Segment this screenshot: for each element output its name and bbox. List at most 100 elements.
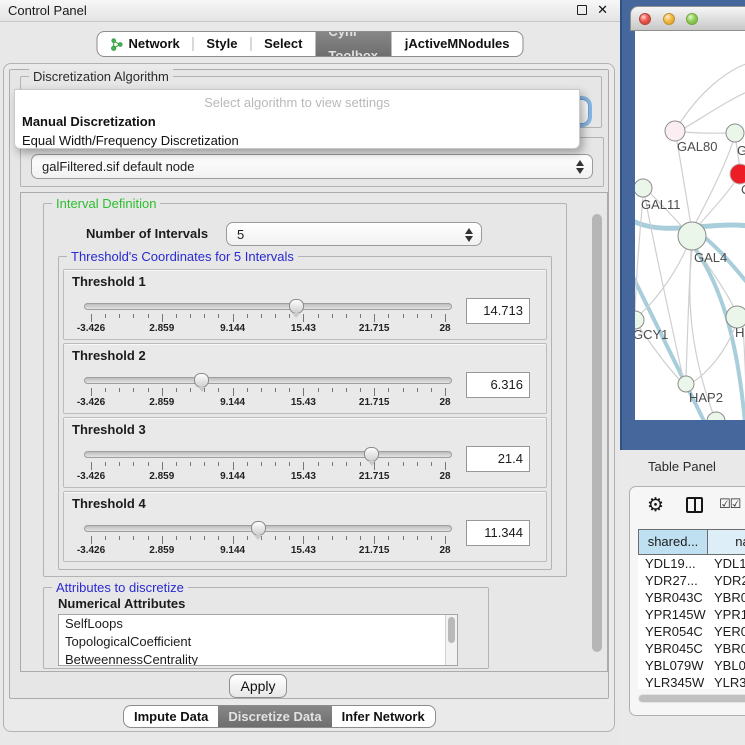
apply-button[interactable]: Apply — [229, 674, 287, 698]
ruler-tick — [388, 388, 389, 392]
column-header-name[interactable]: na — [708, 529, 745, 555]
numerical-attributes-list[interactable]: SelfLoopsTopologicalCoefficientBetweenne… — [58, 614, 458, 666]
ruler-tick — [303, 462, 304, 470]
slider-thumb[interactable] — [194, 373, 209, 388]
table-row[interactable]: YDR27...YDR2 — [638, 572, 745, 589]
ruler-tick — [119, 314, 120, 318]
zoom-window-icon[interactable] — [686, 13, 698, 25]
network-edge — [677, 141, 692, 231]
close-window-icon[interactable] — [639, 13, 651, 25]
tab-impute-data[interactable]: Impute Data — [124, 706, 218, 727]
dropdown-item-equal-width-frequency[interactable]: Equal Width/Frequency Discretization — [15, 131, 579, 150]
num-intervals-spinner[interactable]: 5 — [226, 222, 482, 246]
attribute-item[interactable]: BetweennessCentrality — [59, 651, 457, 666]
slider-thumb[interactable] — [289, 299, 304, 314]
threshold-slider-track[interactable] — [84, 451, 452, 458]
columns-icon[interactable] — [686, 497, 703, 513]
table-row[interactable]: YPR145WYPR1 — [638, 606, 745, 623]
table-row[interactable]: YLR345WYLR3 — [638, 674, 745, 689]
select-columns-icon[interactable]: ☑☑ — [719, 496, 740, 512]
tab-discretize-data[interactable]: Discretize Data — [218, 706, 331, 727]
ruler-label: 9.144 — [220, 323, 245, 334]
network-edge — [697, 180, 736, 227]
network-node[interactable] — [730, 164, 745, 184]
ruler-label: 2.859 — [149, 323, 174, 334]
table-row[interactable]: YDL19...YDL1 — [638, 555, 745, 572]
network-window-titlebar[interactable] — [630, 6, 745, 31]
ruler-tick — [289, 388, 290, 392]
table-data-combo[interactable]: galFiltered.sif default node — [31, 154, 593, 179]
table-toolbar: ⚙ ☑☑ — [630, 493, 745, 521]
tab-network[interactable]: Network — [97, 32, 192, 56]
network-node[interactable] — [678, 222, 706, 250]
network-node[interactable] — [665, 121, 685, 141]
attribute-item[interactable]: TopologicalCoefficient — [59, 633, 457, 651]
float-panel-icon[interactable] — [577, 5, 587, 15]
table-hscrollbar[interactable] — [638, 694, 745, 703]
ruler-tick — [261, 388, 262, 392]
threshold-slider-track[interactable] — [84, 525, 452, 532]
ruler-tick — [119, 388, 120, 392]
tab-infer-network[interactable]: Infer Network — [332, 706, 435, 727]
network-canvas[interactable]: GAL80GCGAL11GAL4GCY1HHAP2 — [635, 31, 745, 420]
slider-ruler: -3.4262.8599.14415.4321.71528 — [84, 388, 452, 412]
slider-thumb[interactable] — [251, 521, 266, 536]
ruler-tick — [360, 388, 361, 392]
tab-jactivemnodules[interactable]: jActiveMNodules — [392, 32, 523, 56]
close-panel-icon[interactable]: ✕ — [597, 2, 608, 18]
tab-cyni-toolbox[interactable]: Cyni Toolbox — [315, 32, 391, 56]
table-row[interactable]: YER054CYER0 — [638, 623, 745, 640]
ruler-tick — [218, 314, 219, 318]
tab-label: Cyni Toolbox — [328, 31, 378, 57]
network-icon — [110, 38, 123, 51]
network-node[interactable] — [707, 412, 725, 420]
dropdown-item-manual-discretization[interactable]: Manual Discretization — [15, 112, 579, 131]
table-row[interactable]: YBR043CYBR0 — [638, 589, 745, 606]
ruler-tick — [289, 462, 290, 466]
ruler-label: 2.859 — [149, 397, 174, 408]
threshold-slider-track[interactable] — [84, 303, 452, 310]
network-node[interactable] — [635, 179, 652, 197]
tab-style[interactable]: Style — [193, 32, 250, 56]
settings-scrollbar-thumb[interactable] — [592, 214, 602, 652]
column-header-shared[interactable]: shared... — [638, 529, 708, 555]
ruler-tick — [162, 314, 163, 322]
ruler-label: -3.426 — [77, 323, 105, 334]
ruler-tick — [148, 536, 149, 540]
cell-shared-name: YDL19... — [638, 555, 708, 572]
threshold-label: Threshold 1 — [72, 274, 146, 289]
gear-icon[interactable]: ⚙ — [647, 494, 664, 517]
table-hscrollbar-thumb[interactable] — [639, 695, 745, 702]
threshold-slider-track[interactable] — [84, 377, 452, 384]
ruler-tick — [162, 388, 163, 396]
ruler-label: -3.426 — [77, 545, 105, 556]
ruler-tick — [261, 314, 262, 318]
settings-scrollbar[interactable] — [590, 196, 604, 668]
table-row[interactable]: YBR045CYBR0 — [638, 640, 745, 657]
attribute-item[interactable]: SelfLoops — [59, 615, 457, 633]
threshold-value[interactable]: 6.316 — [466, 372, 530, 398]
tab-select[interactable]: Select — [251, 32, 315, 56]
ruler-tick — [247, 388, 248, 392]
ruler-tick — [318, 388, 319, 392]
network-edge — [684, 132, 730, 133]
threshold-value[interactable]: 14.713 — [466, 298, 530, 324]
network-window: GAL80GCGAL11GAL4GCY1HHAP2 — [620, 0, 745, 450]
network-node[interactable] — [726, 124, 744, 142]
threshold-value[interactable]: 11.344 — [466, 520, 530, 546]
threshold-value[interactable]: 21.4 — [466, 446, 530, 472]
ruler-tick — [233, 536, 234, 544]
slider-thumb[interactable] — [364, 447, 379, 462]
minimize-window-icon[interactable] — [663, 13, 675, 25]
cell-shared-name: YLR345W — [638, 674, 708, 689]
table-panel-window: ⚙ ☑☑ shared... na YDL19...YDL1YDR27...YD… — [629, 486, 745, 716]
attributes-scrollbar[interactable] — [445, 615, 457, 665]
ruler-label: 28 — [439, 471, 450, 482]
ruler-tick — [417, 462, 418, 466]
table-row[interactable]: YBL079WYBL0 — [638, 657, 745, 674]
cell-shared-name: YER054C — [638, 623, 708, 640]
ruler-tick — [204, 388, 205, 392]
table-header-row: shared... na — [638, 529, 745, 555]
bottom-tab-bar: Impute DataDiscretize DataInfer Network — [123, 705, 436, 728]
attributes-group: Attributes to discretize Numerical Attri… — [43, 587, 489, 669]
